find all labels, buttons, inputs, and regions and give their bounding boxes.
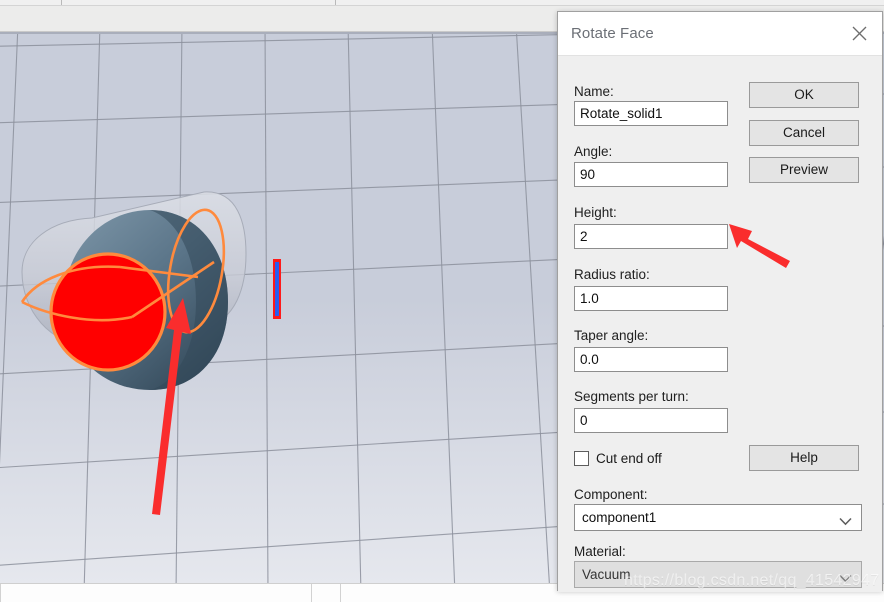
preview-button[interactable]: Preview bbox=[749, 157, 859, 183]
height-label: Height: bbox=[574, 205, 617, 220]
material-label: Material: bbox=[574, 544, 626, 559]
angle-input[interactable] bbox=[574, 162, 728, 187]
dialog-title-bar: Rotate Face bbox=[558, 12, 882, 56]
taper-angle-label: Taper angle: bbox=[574, 328, 649, 343]
chevron-down-icon bbox=[839, 513, 852, 531]
material-dropdown[interactable]: Vacuum bbox=[574, 561, 862, 588]
status-cell-1 bbox=[311, 584, 341, 602]
application-window: X Y Rotate Face Name: Angle: Height: bbox=[0, 0, 884, 602]
component-label: Component: bbox=[574, 487, 648, 502]
segments-per-turn-label: Segments per turn: bbox=[574, 389, 689, 404]
component-dropdown-value: component1 bbox=[582, 510, 657, 525]
height-input[interactable] bbox=[574, 224, 728, 249]
close-icon-glyph bbox=[852, 26, 867, 41]
toolbar-separator bbox=[61, 0, 62, 5]
rotate-face-dialog: Rotate Face Name: Angle: Height: Radius … bbox=[557, 11, 883, 592]
radius-ratio-input[interactable] bbox=[574, 286, 728, 311]
toolbar-separator bbox=[335, 0, 336, 5]
taper-angle-input[interactable] bbox=[574, 347, 728, 372]
name-input[interactable] bbox=[574, 101, 728, 126]
status-cell-0 bbox=[0, 584, 312, 602]
material-dropdown-value: Vacuum bbox=[582, 567, 631, 582]
cut-end-off-checkbox[interactable]: Cut end off bbox=[574, 448, 662, 468]
ok-button[interactable]: OK bbox=[749, 82, 859, 108]
dialog-title: Rotate Face bbox=[571, 25, 654, 42]
name-label: Name: bbox=[574, 84, 614, 99]
component-dropdown[interactable]: component1 bbox=[574, 504, 862, 531]
chevron-down-icon bbox=[839, 570, 852, 588]
segments-per-turn-input[interactable] bbox=[574, 408, 728, 433]
sheet-object bbox=[273, 259, 281, 319]
help-button[interactable]: Help bbox=[749, 445, 859, 471]
dialog-body: Name: Angle: Height: Radius ratio: Taper… bbox=[558, 56, 882, 592]
cancel-button[interactable]: Cancel bbox=[749, 120, 859, 146]
checkbox-box-icon bbox=[574, 450, 589, 466]
close-icon[interactable] bbox=[838, 12, 882, 55]
angle-label: Angle: bbox=[574, 144, 613, 159]
cut-end-off-label: Cut end off bbox=[596, 450, 662, 466]
radius-ratio-label: Radius ratio: bbox=[574, 267, 650, 282]
